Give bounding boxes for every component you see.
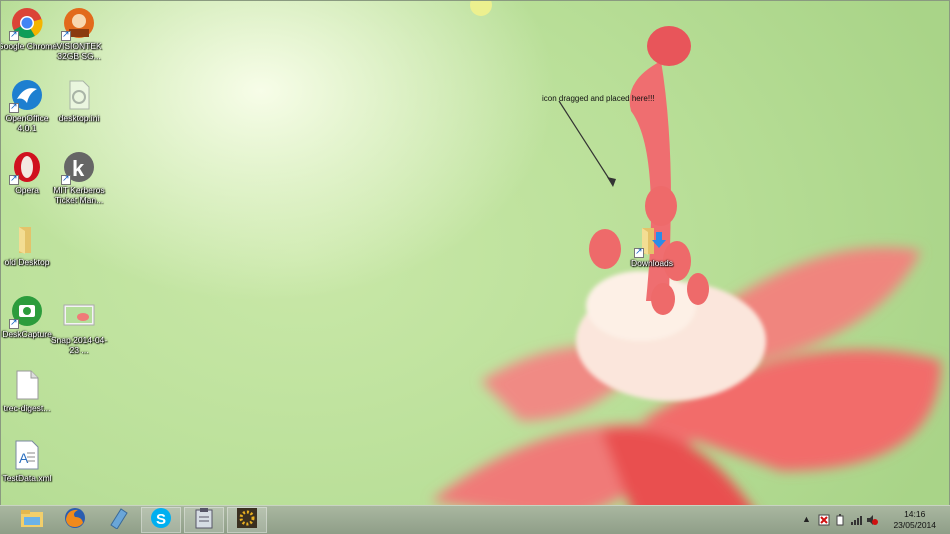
- annotation-text: icon dragged and placed here!!!: [542, 94, 655, 103]
- skype-icon: S: [150, 507, 172, 534]
- taskbar-file-explorer[interactable]: [12, 507, 52, 533]
- icon-label: TestData.xml: [2, 473, 52, 483]
- jatoolkit-icon: [236, 507, 258, 534]
- action-center-icon[interactable]: [818, 514, 830, 528]
- desktop-icon-downloads[interactable]: Downloads: [620, 224, 684, 268]
- clipboard-app-icon: [194, 507, 214, 534]
- taskbar: S ▲ 14:16 23/05/2014: [0, 505, 950, 534]
- svg-text:S: S: [156, 511, 166, 528]
- kerberos-icon: k: [61, 151, 95, 185]
- xml-file-icon: A: [11, 439, 43, 471]
- power-icon[interactable]: [834, 514, 846, 528]
- svg-text:A: A: [19, 450, 29, 466]
- taskbar-clipboard-app[interactable]: [184, 507, 224, 533]
- file-explorer-icon: [20, 508, 44, 533]
- opera-icon: [9, 151, 43, 185]
- network-signal-icon[interactable]: [850, 514, 862, 528]
- icon-label: old Desktop: [4, 257, 50, 267]
- clock-time: 14:16: [904, 509, 926, 519]
- image-file-icon: [63, 301, 95, 333]
- openoffice-icon: [9, 79, 43, 113]
- folder-icon: [11, 223, 43, 255]
- desktop-icon-testdata-xml[interactable]: A TestData.xml: [1, 439, 59, 483]
- desktop-icon-visiontek[interactable]: VISIONTEK 32GB SG...: [47, 7, 111, 61]
- desktop-icon-trec-digest[interactable]: trec-digest...: [1, 369, 59, 413]
- document-icon: [11, 369, 43, 401]
- icon-label: Downloads: [630, 258, 674, 268]
- deskcapture-icon: [9, 295, 43, 329]
- desktop-icon-snap[interactable]: Snap 2014-04-23 ...: [47, 301, 111, 355]
- ini-file-icon: [63, 79, 95, 111]
- icon-label: Snap 2014-04-23 ...: [50, 335, 108, 355]
- desktop-icon-old-desktop[interactable]: old Desktop: [1, 223, 59, 267]
- desktop-icon-mit-kerberos[interactable]: k MIT Kerberos Ticket Man...: [47, 151, 111, 205]
- desktop[interactable]: icon dragged and placed here!!! Google C…: [0, 0, 950, 534]
- taskbar-notepad[interactable]: [98, 507, 138, 533]
- visiontek-icon: [61, 7, 95, 41]
- desktop-icon-desktop-ini[interactable]: desktop.ini: [47, 79, 111, 123]
- wallpaper-flower: [431, 1, 941, 533]
- show-hidden-icons-icon[interactable]: ▲: [802, 514, 811, 524]
- volume-muted-icon[interactable]: [866, 514, 878, 528]
- svg-text:k: k: [72, 156, 85, 181]
- taskbar-clock[interactable]: 14:16 23/05/2014: [893, 509, 936, 531]
- notepad-icon: [107, 507, 129, 534]
- taskbar-firefox[interactable]: [55, 507, 95, 533]
- firefox-icon: [64, 507, 86, 534]
- taskbar-skype[interactable]: S: [141, 507, 181, 533]
- icon-label: MIT Kerberos Ticket Man...: [53, 185, 105, 205]
- taskbar-jatoolkit[interactable]: [227, 507, 267, 533]
- icon-label: VISIONTEK 32GB SG...: [56, 41, 102, 61]
- icon-label: desktop.ini: [58, 113, 100, 123]
- clock-date: 23/05/2014: [893, 520, 936, 530]
- downloads-folder-icon: [634, 224, 668, 258]
- icon-label: trec-digest...: [3, 403, 51, 413]
- chrome-icon: [9, 7, 43, 41]
